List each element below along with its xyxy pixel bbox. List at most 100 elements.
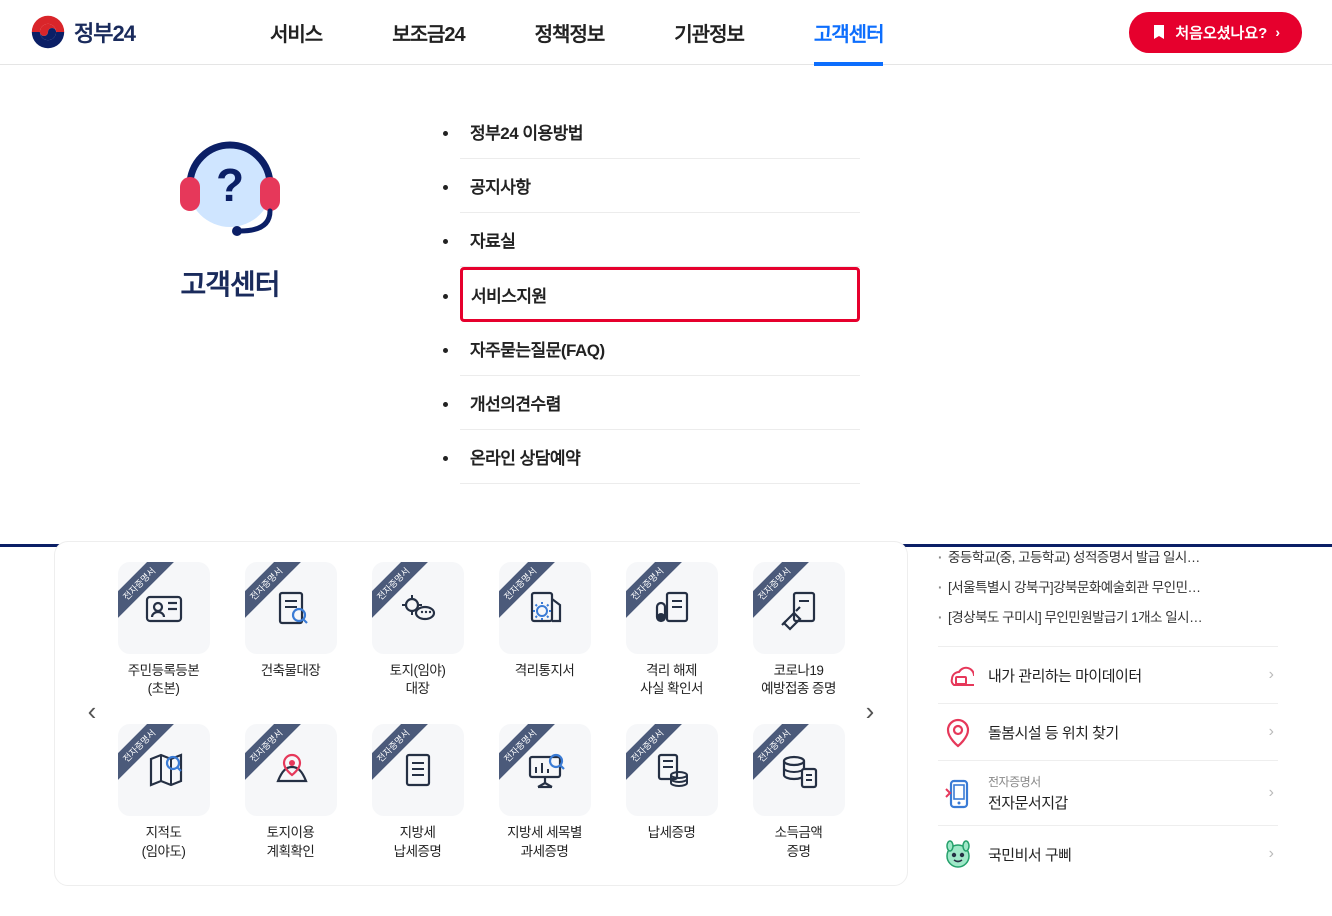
chevron-right-icon: › [1269,666,1274,684]
service-tile [245,724,337,816]
quick-link-list: 내가 관리하는 마이데이터›돌봄시설 등 위치 찾기›전자증명서전자문서지갑›국… [938,645,1278,882]
service-label: 납세증명 [648,824,696,842]
service-card[interactable]: 주민등록등본(초본) [109,562,218,698]
ribbon-badge [753,562,809,618]
quick-link-item[interactable]: 국민비서 구삐› [938,825,1278,882]
notice-item[interactable]: 중등학교(중, 고등학교) 성적증명서 발급 일시… [938,541,1278,571]
chevron-right-icon: › [1269,845,1274,863]
service-tile [372,724,464,816]
pin-icon [942,716,974,748]
service-tile [118,724,210,816]
carousel-next-button[interactable]: › [853,694,887,728]
quick-link-text: 전자증명서전자문서지갑 [988,773,1269,813]
notice-item[interactable]: [서울특별시 강북구]강북문화예술회관 무인민… [938,571,1278,601]
service-card[interactable]: 코로나19예방접종 증명 [744,562,853,698]
notice-item[interactable]: [경상북도 구미시] 무인민원발급기 1개소 일시… [938,601,1278,631]
service-label: 지적도(임야도) [142,824,186,860]
frequent-services-box: ‹ 주민등록등본(초본) 건축물대장 토지(임야)대장 격리통지서 격리 해제사실 확인… [54,541,908,886]
service-label: 지방세납세증명 [394,824,442,860]
main-nav: 서비스 보조금24 정책정보 기관정보 고객센터 [240,0,1129,65]
ribbon-badge [626,724,682,780]
logo[interactable]: 정부24 [30,14,240,50]
service-tile [118,562,210,654]
nav-org[interactable]: 기관정보 [674,0,744,65]
service-card[interactable]: 건축물대장 [236,562,345,698]
quick-link-item[interactable]: 돌봄시설 등 위치 찾기› [938,703,1278,760]
ribbon-badge [118,724,174,780]
mega-item-reservation[interactable]: 온라인 상담예약 [460,430,860,484]
mega-dropdown: ? 고객센터 정부24 이용방법 공지사항 자료실 서비스지원 자주묻는질문(F… [0,65,1332,547]
service-tile [372,562,464,654]
mega-item-guide[interactable]: 정부24 이용방법 [460,105,860,159]
service-label: 건축물대장 [261,662,321,680]
service-card[interactable]: 토지이용계획확인 [236,724,345,860]
chevron-right-icon: › [1269,723,1274,741]
service-tile [753,724,845,816]
quick-link-item[interactable]: 내가 관리하는 마이데이터› [938,646,1278,703]
ribbon-badge [753,724,809,780]
service-label: 코로나19예방접종 증명 [761,662,836,698]
ribbon-badge [626,562,682,618]
service-card[interactable]: 납세증명 [617,724,726,860]
quick-link-text: 돌봄시설 등 위치 찾기 [988,722,1269,743]
logo-icon [30,14,66,50]
quick-link-text: 국민비서 구삐 [988,844,1269,865]
service-tile [499,724,591,816]
quick-link-item[interactable]: 전자증명서전자문서지갑› [938,760,1278,825]
service-tile [245,562,337,654]
service-card[interactable]: 소득금액증명 [744,724,853,860]
phone-icon [942,777,974,809]
ribbon-badge [245,724,301,780]
cloud-icon [942,659,974,691]
service-card[interactable]: 토지(임야)대장 [363,562,472,698]
service-card[interactable]: 지방세납세증명 [363,724,472,860]
ribbon-badge [372,724,428,780]
nav-subsidy24[interactable]: 보조금24 [392,0,464,65]
first-visit-button[interactable]: 처음오셨나요? › [1129,12,1302,53]
service-tile [626,724,718,816]
svg-text:?: ? [216,159,244,211]
service-card[interactable]: 격리통지서 [490,562,599,698]
bookmark-icon [1151,24,1167,40]
mega-menu: 정부24 이용방법 공지사항 자료실 서비스지원 자주묻는질문(FAQ) 개선의… [460,105,860,484]
service-label: 격리 해제사실 확인서 [640,662,703,698]
quick-link-text: 내가 관리하는 마이데이터 [988,665,1269,686]
mega-item-feedback[interactable]: 개선의견수렴 [460,376,860,430]
service-card[interactable]: 지방세 세목별과세증명 [490,724,599,860]
first-visit-label: 처음오셨나요? [1175,22,1267,43]
mega-item-archive[interactable]: 자료실 [460,213,860,267]
service-tile [499,562,591,654]
notice-list: 중등학교(중, 고등학교) 성적증명서 발급 일시… [서울특별시 강북구]강북… [938,541,1278,631]
service-grid: 주민등록등본(초본) 건축물대장 토지(임야)대장 격리통지서 격리 해제사실 확인서 코… [109,562,853,861]
service-label: 소득금액증명 [775,824,823,860]
logo-text: 정부24 [74,16,135,48]
main-header: 정부24 서비스 보조금24 정책정보 기관정보 고객센터 처음오셨나요? › [0,0,1332,65]
service-label: 토지(임야)대장 [390,662,446,698]
service-label: 격리통지서 [515,662,575,680]
mega-item-service-support[interactable]: 서비스지원 [460,267,860,322]
service-label: 주민등록등본(초본) [128,662,200,698]
ribbon-badge [372,562,428,618]
carousel-prev-button[interactable]: ‹ [75,694,109,728]
mega-item-faq[interactable]: 자주묻는질문(FAQ) [460,322,860,376]
mega-title: 고객센터 [180,263,279,303]
content-area: ‹ 주민등록등본(초본) 건축물대장 토지(임야)대장 격리통지서 격리 해제사실 확인… [0,541,1332,916]
nav-support[interactable]: 고객센터 [814,0,884,65]
nav-policy[interactable]: 정책정보 [535,0,605,65]
mega-left: ? 고객센터 [0,105,460,484]
service-label: 토지이용계획확인 [267,824,315,860]
chevron-right-icon: › [1269,784,1274,802]
service-card[interactable]: 격리 해제사실 확인서 [617,562,726,698]
service-tile [753,562,845,654]
headset-question-icon: ? [165,115,295,245]
service-card[interactable]: 지적도(임야도) [109,724,218,860]
service-label: 지방세 세목별과세증명 [507,824,582,860]
ribbon-badge [499,562,555,618]
chevron-right-icon: › [1275,24,1280,40]
mascot-icon [942,838,974,870]
nav-services[interactable]: 서비스 [270,0,322,65]
ribbon-badge [499,724,555,780]
mega-item-notice[interactable]: 공지사항 [460,159,860,213]
service-tile [626,562,718,654]
ribbon-badge [245,562,301,618]
